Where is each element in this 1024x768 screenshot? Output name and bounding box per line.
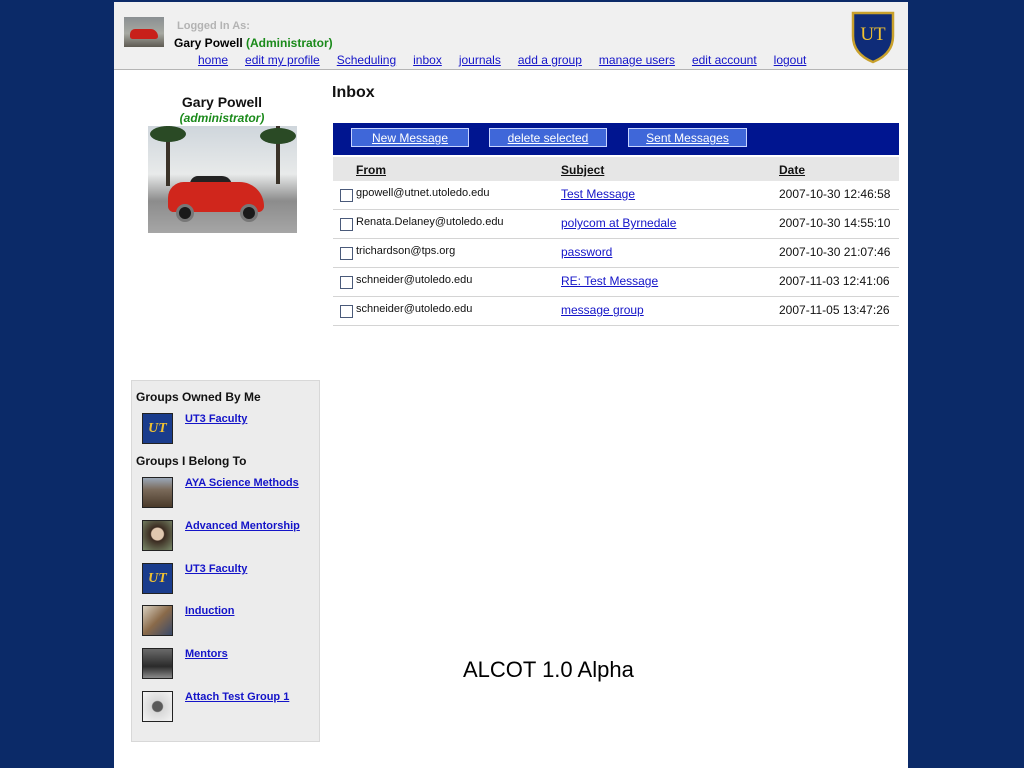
message-from: Renata.Delaney@utoledo.edu [356, 216, 504, 228]
message-date: 2007-11-03 12:41:06 [779, 274, 890, 288]
message-from: schneider@utoledo.edu [356, 274, 473, 286]
sent-messages-button[interactable]: Sent Messages [628, 128, 747, 147]
nav-manage-users[interactable]: manage users [599, 53, 675, 67]
new-message-button[interactable]: New Message [351, 128, 469, 147]
column-header-subject[interactable]: Subject [561, 163, 604, 177]
message-from: schneider@utoledo.edu [356, 303, 473, 315]
message-subject-link[interactable]: message group [561, 303, 644, 317]
message-subject-link[interactable]: polycom at Byrnedale [561, 216, 676, 230]
group-link-aya-science-methods[interactable]: AYA Science Methods [185, 477, 299, 489]
column-header-from[interactable]: From [356, 163, 386, 177]
inbox-title: Inbox [332, 84, 375, 101]
column-header-date[interactable]: Date [779, 163, 805, 177]
message-checkbox[interactable] [340, 218, 353, 231]
message-subject-link[interactable]: password [561, 245, 612, 259]
ut-shield-logo: UT [851, 11, 895, 64]
message-row: schneider@utoledo.edu RE: Test Message 2… [333, 268, 899, 297]
message-from: gpowell@utnet.utoledo.edu [356, 187, 490, 199]
group-link-attach-test-group-1[interactable]: Attach Test Group 1 [185, 691, 289, 703]
delete-selected-button[interactable]: delete selected [489, 128, 607, 147]
groups-owned-heading: Groups Owned By Me [136, 390, 261, 404]
app-version-text: ALCOT 1.0 Alpha [463, 657, 634, 682]
group-link-ut3-faculty-owned[interactable]: UT3 Faculty [185, 413, 247, 425]
logged-in-label: Logged In As: [177, 20, 250, 32]
person-photo-icon[interactable] [142, 520, 173, 551]
inbox-toolbar: New Message delete selected Sent Message… [333, 123, 899, 155]
page-content: Logged In As: Gary Powell (Administrator… [114, 0, 908, 768]
ut3-logo-icon[interactable]: UT [142, 563, 173, 594]
groups-belong-heading: Groups I Belong To [136, 454, 247, 468]
message-date: 2007-10-30 12:46:58 [779, 187, 891, 201]
message-row: schneider@utoledo.edu message group 2007… [333, 297, 899, 326]
header-user-role: (Administrator) [246, 36, 333, 50]
group-link-advanced-mentorship[interactable]: Advanced Mentorship [185, 520, 300, 532]
nav-logout[interactable]: logout [774, 53, 807, 67]
group-link-mentors[interactable]: Mentors [185, 648, 228, 660]
group-photo-icon[interactable] [142, 648, 173, 679]
message-subject-link[interactable]: Test Message [561, 187, 635, 201]
profile-photo [148, 126, 297, 233]
message-from: trichardson@tps.org [356, 245, 456, 257]
message-checkbox[interactable] [340, 305, 353, 318]
nav-journals[interactable]: journals [459, 53, 501, 67]
main-nav: home edit my profile Scheduling inbox journa… [198, 53, 823, 67]
ut3-logo-icon[interactable]: UT [142, 413, 173, 444]
header-user-name: Gary Powell [174, 36, 243, 50]
header-bar: Logged In As: Gary Powell (Administrator… [114, 0, 908, 70]
nav-edit-my-profile[interactable]: edit my profile [245, 53, 320, 67]
ut-logo-text: UT [860, 24, 886, 45]
groups-panel: Groups Owned By Me UT UT3 Faculty Groups… [131, 380, 320, 742]
group-link-ut3-faculty[interactable]: UT3 Faculty [185, 563, 247, 575]
message-date: 2007-11-05 13:47:26 [779, 303, 890, 317]
nav-add-a-group[interactable]: add a group [518, 53, 582, 67]
device-photo-icon[interactable] [142, 691, 173, 722]
nav-home[interactable]: home [198, 53, 228, 67]
message-checkbox[interactable] [340, 276, 353, 289]
nav-inbox[interactable]: inbox [413, 53, 442, 67]
inbox-table-header: From Subject Date [333, 157, 899, 181]
message-row: trichardson@tps.org password 2007-10-30 … [333, 239, 899, 268]
nav-scheduling[interactable]: Scheduling [337, 53, 396, 67]
message-subject-link[interactable]: RE: Test Message [561, 274, 658, 288]
classroom-photo-icon[interactable] [142, 605, 173, 636]
nav-edit-account[interactable]: edit account [692, 53, 757, 67]
building-photo-icon[interactable] [142, 477, 173, 508]
message-row: Renata.Delaney@utoledo.edu polycom at By… [333, 210, 899, 239]
group-link-induction[interactable]: Induction [185, 605, 235, 617]
message-date: 2007-10-30 14:55:10 [779, 216, 891, 230]
message-checkbox[interactable] [340, 247, 353, 260]
message-row: gpowell@utnet.utoledo.edu Test Message 2… [333, 181, 899, 210]
header-avatar [124, 17, 164, 47]
message-checkbox[interactable] [340, 189, 353, 202]
profile-name: Gary Powell [181, 94, 263, 110]
message-date: 2007-10-30 21:07:46 [779, 245, 891, 259]
profile-role: (administrator) [179, 111, 265, 125]
